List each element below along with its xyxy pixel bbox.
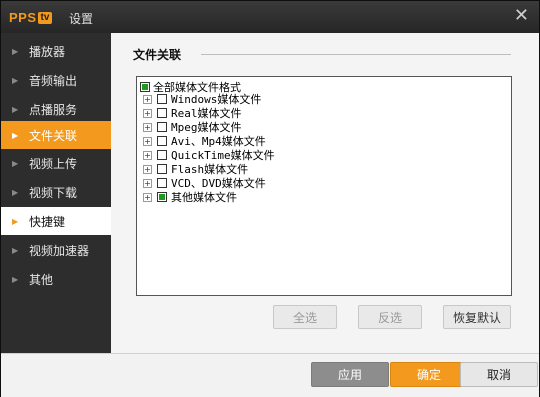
sidebar-item-label: 视频下载: [29, 185, 78, 200]
restore-default-button[interactable]: 恢复默认: [443, 305, 511, 329]
chevron-right-icon: ▶: [12, 187, 19, 197]
title-bar[interactable]: PPS tv 设置 ✕: [1, 1, 539, 33]
tree-item-checkbox[interactable]: [157, 150, 167, 160]
tree-item-checkbox[interactable]: [157, 164, 167, 174]
expand-plus-icon[interactable]: +: [143, 178, 152, 188]
ok-button[interactable]: 确定: [390, 362, 468, 387]
sidebar-item-other[interactable]: ▶ 其他: [1, 265, 111, 293]
select-all-button[interactable]: 全选: [273, 305, 337, 329]
sidebar-item-vod-service[interactable]: ▶ 点播服务: [1, 95, 111, 123]
sidebar-item-label: 其他: [29, 272, 54, 287]
invert-selection-button[interactable]: 反选: [358, 305, 422, 329]
file-type-tree[interactable]: 全部媒体文件格式 + Windows媒体文件 + Real媒体文件 + Mpeg…: [136, 76, 512, 296]
sidebar-item-label: 播放器: [29, 44, 66, 59]
tree-item-checkbox[interactable]: [157, 136, 167, 146]
tree-item-quicktime-media[interactable]: + QuickTime媒体文件: [143, 148, 275, 162]
apply-button[interactable]: 应用: [311, 362, 389, 387]
root-checkbox[interactable]: [140, 82, 150, 92]
tree-item-checkbox[interactable]: [157, 122, 167, 132]
tree-item-avi-mp4-media[interactable]: + Avi、Mp4媒体文件: [143, 134, 266, 148]
tree-item-real-media[interactable]: + Real媒体文件: [143, 106, 242, 120]
expand-plus-icon[interactable]: +: [143, 108, 152, 118]
expand-plus-icon[interactable]: +: [143, 150, 152, 160]
expand-plus-icon[interactable]: +: [143, 164, 152, 174]
dialog-footer: 应用 确定 取消: [1, 353, 539, 397]
tree-item-flash-media[interactable]: + Flash媒体文件: [143, 162, 248, 176]
settings-sidebar: ▶ 播放器 ▶ 音频输出 ▶ 点播服务 ▶ 文件关联 ▶ 视频上传 ▶ 视频下载…: [1, 33, 111, 353]
sidebar-item-player[interactable]: ▶ 播放器: [1, 37, 111, 65]
chevron-right-icon: ▶: [12, 75, 19, 85]
chevron-right-icon: ▶: [12, 158, 19, 168]
chevron-right-icon: ▶: [12, 46, 19, 56]
settings-window: PPS tv 设置 ✕ ▶ 播放器 ▶ 音频输出 ▶ 点播服务 ▶ 文件关联 ▶…: [0, 0, 540, 397]
section-title: 文件关联: [133, 48, 182, 62]
sidebar-item-label: 点播服务: [29, 102, 78, 117]
sidebar-item-video-upload[interactable]: ▶ 视频上传: [1, 149, 111, 177]
chevron-right-icon: ▶: [12, 130, 19, 140]
tree-item-windows-media[interactable]: + Windows媒体文件: [143, 92, 261, 106]
sidebar-item-shortcuts[interactable]: ▶ 快捷键: [1, 207, 111, 235]
pps-tv-logo: PPS tv: [9, 10, 53, 25]
expand-plus-icon[interactable]: +: [143, 122, 152, 132]
sidebar-item-label: 文件关联: [29, 128, 78, 143]
tree-item-vcd-dvd-media[interactable]: + VCD、DVD媒体文件: [143, 176, 266, 190]
tree-item-mpeg-media[interactable]: + Mpeg媒体文件: [143, 120, 242, 134]
window-title: 设置: [69, 12, 94, 26]
chevron-right-icon: ▶: [12, 216, 19, 226]
tree-item-checkbox[interactable]: [157, 178, 167, 188]
settings-content: 文件关联 全部媒体文件格式 + Windows媒体文件 + Real媒体文件 +…: [111, 33, 539, 353]
sidebar-item-file-association[interactable]: ▶ 文件关联: [1, 121, 111, 149]
tree-item-checkbox[interactable]: [157, 94, 167, 104]
sidebar-item-audio-output[interactable]: ▶ 音频输出: [1, 66, 111, 94]
expand-plus-icon[interactable]: +: [143, 136, 152, 146]
chevron-right-icon: ▶: [12, 274, 19, 284]
sidebar-item-label: 音频输出: [29, 73, 78, 88]
sidebar-item-video-download[interactable]: ▶ 视频下载: [1, 178, 111, 206]
sidebar-item-label: 视频加速器: [29, 243, 90, 258]
chevron-right-icon: ▶: [12, 104, 19, 114]
section-divider: [201, 54, 511, 55]
sidebar-item-label: 视频上传: [29, 156, 78, 171]
logo-badge: tv: [37, 11, 53, 24]
close-icon[interactable]: ✕: [514, 5, 529, 26]
expand-plus-icon[interactable]: +: [143, 94, 152, 104]
chevron-right-icon: ▶: [12, 245, 19, 255]
tree-item-checkbox[interactable]: [157, 192, 167, 202]
sidebar-item-video-accelerator[interactable]: ▶ 视频加速器: [1, 236, 111, 264]
logo-text: PPS: [9, 10, 37, 25]
tree-item-label: 其他媒体文件: [171, 191, 237, 204]
sidebar-item-label: 快捷键: [29, 214, 66, 229]
expand-plus-icon[interactable]: +: [143, 192, 152, 202]
tree-item-other-media[interactable]: + 其他媒体文件: [143, 190, 237, 204]
cancel-button[interactable]: 取消: [460, 362, 538, 387]
tree-item-checkbox[interactable]: [157, 108, 167, 118]
